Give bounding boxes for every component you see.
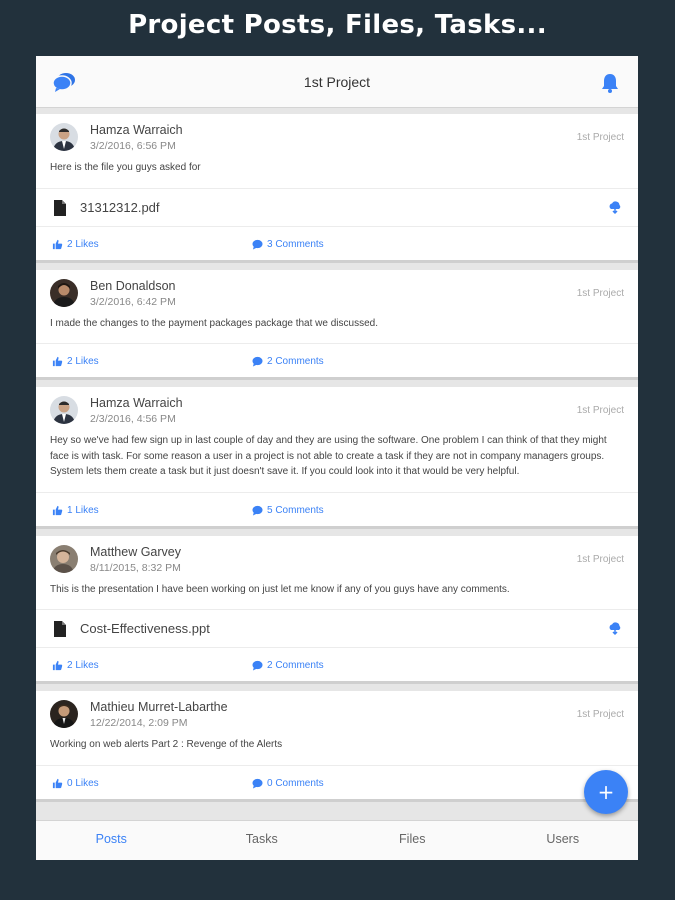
post-actions: 0 Likes 0 Comments [36, 764, 638, 799]
file-icon [54, 199, 66, 216]
avatar[interactable] [50, 278, 78, 307]
post-project-tag: 1st Project [576, 405, 624, 416]
post-text: This is the presentation I have been wor… [50, 583, 510, 595]
post-feed: Hamza Warraich 3/2/2016, 6:56 PM 1st Pro… [36, 114, 638, 809]
chat-bubbles-icon[interactable] [52, 71, 76, 93]
post-author[interactable]: Mathieu Murret-Labarthe [90, 700, 228, 714]
comment-button[interactable]: 5 Comments [252, 505, 324, 516]
post-author[interactable]: Hamza Warraich [90, 396, 183, 410]
post-text: Here is the file you guys asked for [50, 162, 201, 173]
thumbs-up-icon [52, 356, 63, 367]
post-author[interactable]: Matthew Garvey [90, 545, 181, 559]
avatar[interactable] [50, 700, 78, 728]
post-date: 12/22/2014, 2:09 PM [90, 717, 188, 729]
tab-files[interactable]: Files [337, 821, 488, 860]
post-card[interactable]: Mathieu Murret-Labarthe 12/22/2014, 2:09… [36, 691, 638, 802]
post-header: Hamza Warraich 3/2/2016, 6:56 PM 1st Pro… [36, 114, 638, 156]
comment-count: 2 Comments [267, 356, 324, 367]
post-date: 3/2/2016, 6:56 PM [90, 140, 176, 152]
post-date: 8/11/2015, 8:32 PM [90, 561, 181, 574]
comment-bubble-icon [252, 239, 263, 250]
post-project-tag: 1st Project [576, 553, 624, 565]
cloud-download-icon[interactable] [608, 200, 622, 215]
tab-posts[interactable]: Posts [36, 821, 187, 860]
cloud-download-icon[interactable] [608, 622, 622, 636]
comment-button[interactable]: 0 Comments [252, 778, 324, 789]
like-count: 2 Likes [67, 238, 99, 250]
post-card[interactable]: Ben Donaldson 3/2/2016, 6:42 PM 1st Proj… [36, 269, 638, 380]
post-text: I made the changes to the payment packag… [50, 317, 378, 329]
post-author[interactable]: Ben Donaldson [90, 279, 175, 293]
like-button[interactable]: 2 Likes [52, 660, 99, 671]
post-header: Matthew Garvey 8/11/2015, 8:32 PM 1st Pr… [36, 536, 638, 578]
avatar[interactable] [50, 396, 78, 424]
like-count: 2 Likes [67, 660, 99, 671]
like-button[interactable]: 2 Likes [52, 356, 99, 367]
post-author[interactable]: Hamza Warraich [90, 123, 183, 137]
attachment-name[interactable]: Cost-Effectiveness.ppt [80, 621, 210, 636]
bottom-tab-bar: Posts Tasks Files Users [36, 820, 638, 860]
app-bar: 1st Project [36, 56, 638, 108]
post-project-tag: 1st Project [576, 132, 624, 143]
comment-count: 3 Comments [267, 238, 324, 250]
add-post-button[interactable]: + [584, 770, 628, 814]
project-title: 1st Project [303, 73, 371, 90]
attachment-row[interactable]: Cost-Effectiveness.ppt [36, 609, 638, 647]
post-card[interactable]: Matthew Garvey 8/11/2015, 8:32 PM 1st Pr… [36, 535, 638, 684]
promo-headline: Project Posts, Files, Tasks... [128, 10, 547, 40]
post-header: Ben Donaldson 3/2/2016, 6:42 PM 1st Proj… [36, 270, 638, 312]
thumbs-up-icon [52, 660, 63, 671]
attachment-name[interactable]: 31312312.pdf [80, 200, 160, 215]
tab-users[interactable]: Users [488, 821, 639, 860]
comment-bubble-icon [252, 505, 263, 516]
comment-count: 0 Comments [267, 777, 324, 789]
comment-count: 2 Comments [267, 660, 324, 671]
avatar[interactable] [50, 123, 78, 151]
bell-icon[interactable] [600, 72, 620, 94]
post-actions: 2 Likes 2 Comments [36, 343, 638, 377]
like-button[interactable]: 0 Likes [52, 778, 99, 789]
comment-button[interactable]: 2 Comments [252, 660, 324, 671]
avatar[interactable] [50, 544, 78, 573]
attachment-row[interactable]: 31312312.pdf [36, 187, 638, 226]
post-project-tag: 1st Project [576, 287, 624, 299]
thumbs-up-icon [52, 239, 63, 249]
like-button[interactable]: 1 Likes [52, 505, 99, 516]
comment-button[interactable]: 2 Comments [252, 356, 324, 367]
post-actions: 1 Likes 5 Comments [36, 491, 638, 526]
post-card[interactable]: Hamza Warraich 2/3/2016, 4:56 PM 1st Pro… [36, 387, 638, 529]
post-date: 3/2/2016, 6:42 PM [90, 295, 176, 308]
app-screen: 1st Project Hamza Warraich 3/2/2016, 6:5… [36, 56, 638, 860]
file-icon [54, 621, 66, 637]
comment-bubble-icon [252, 356, 263, 367]
post-text: Working on web alerts Part 2 : Revenge o… [50, 739, 283, 750]
post-header: Mathieu Murret-Labarthe 12/22/2014, 2:09… [36, 691, 638, 733]
comment-count: 5 Comments [267, 504, 324, 516]
thumbs-up-icon [52, 505, 63, 515]
like-count: 1 Likes [67, 504, 99, 516]
comment-button[interactable]: 3 Comments [252, 239, 324, 250]
post-card[interactable]: Hamza Warraich 3/2/2016, 6:56 PM 1st Pro… [36, 114, 638, 263]
post-actions: 2 Likes 2 Comments [36, 647, 638, 681]
tab-tasks[interactable]: Tasks [187, 821, 338, 860]
post-header: Hamza Warraich 2/3/2016, 4:56 PM 1st Pro… [36, 387, 638, 429]
thumbs-up-icon [52, 778, 63, 788]
like-count: 2 Likes [67, 356, 99, 367]
comment-bubble-icon [252, 778, 263, 789]
post-actions: 2 Likes 3 Comments [36, 225, 638, 260]
post-date: 2/3/2016, 4:56 PM [90, 413, 176, 425]
post-project-tag: 1st Project [576, 709, 624, 720]
like-button[interactable]: 2 Likes [52, 239, 99, 250]
post-text: Hey so we've had few sign up in last cou… [50, 435, 607, 477]
comment-bubble-icon [252, 660, 263, 671]
like-count: 0 Likes [67, 777, 99, 789]
